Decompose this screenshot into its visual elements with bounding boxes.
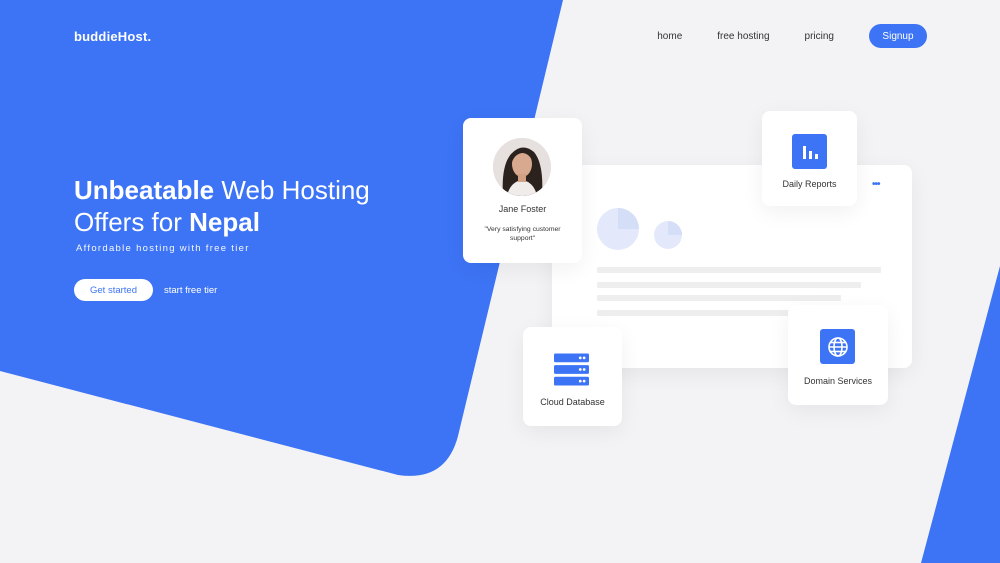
bar-chart-icon <box>792 134 827 169</box>
feature-label: Cloud Database <box>540 397 605 407</box>
daily-reports-card[interactable]: Daily Reports <box>762 111 857 206</box>
hero-subtitle: Affordable hosting with free tier <box>76 243 250 254</box>
testimonial-card: Jane Foster "Very satisfying customer su… <box>463 118 582 263</box>
testimonial-quote: "Very satisfying customer support" <box>484 226 561 242</box>
hero-title-bold-1: Unbeatable <box>74 175 215 205</box>
skeleton-line <box>597 267 881 273</box>
hero-title: Unbeatable Web Hosting Offers for Nepal <box>74 174 404 238</box>
avatar <box>493 138 551 196</box>
nav-link-free-hosting[interactable]: free hosting <box>717 31 769 42</box>
skeleton-line <box>597 310 797 316</box>
nav-link-pricing[interactable]: pricing <box>805 31 834 42</box>
testimonial-name: Jane Foster <box>498 204 547 214</box>
skeleton-line <box>597 295 841 301</box>
globe-icon <box>820 329 855 364</box>
logo[interactable]: buddieHost. <box>74 29 151 44</box>
get-started-button[interactable]: Get started <box>74 279 153 301</box>
top-nav: home free hosting pricing Signup <box>657 24 927 48</box>
domain-services-card[interactable]: Domain Services <box>788 305 888 405</box>
cloud-database-card[interactable]: Cloud Database <box>523 327 622 426</box>
more-dots-icon[interactable]: ••• <box>872 179 880 190</box>
nav-link-home[interactable]: home <box>657 31 682 42</box>
right-blue-stripe <box>921 266 1000 563</box>
hero-title-bold-2: Nepal <box>189 207 260 237</box>
signup-button[interactable]: Signup <box>869 24 927 48</box>
feature-label: Daily Reports <box>782 179 837 189</box>
start-free-tier-link[interactable]: start free tier <box>164 285 217 296</box>
server-stack-icon <box>554 352 589 387</box>
skeleton-line <box>597 282 861 288</box>
pie-chart-placeholder <box>597 208 682 250</box>
feature-label: Domain Services <box>803 376 873 386</box>
